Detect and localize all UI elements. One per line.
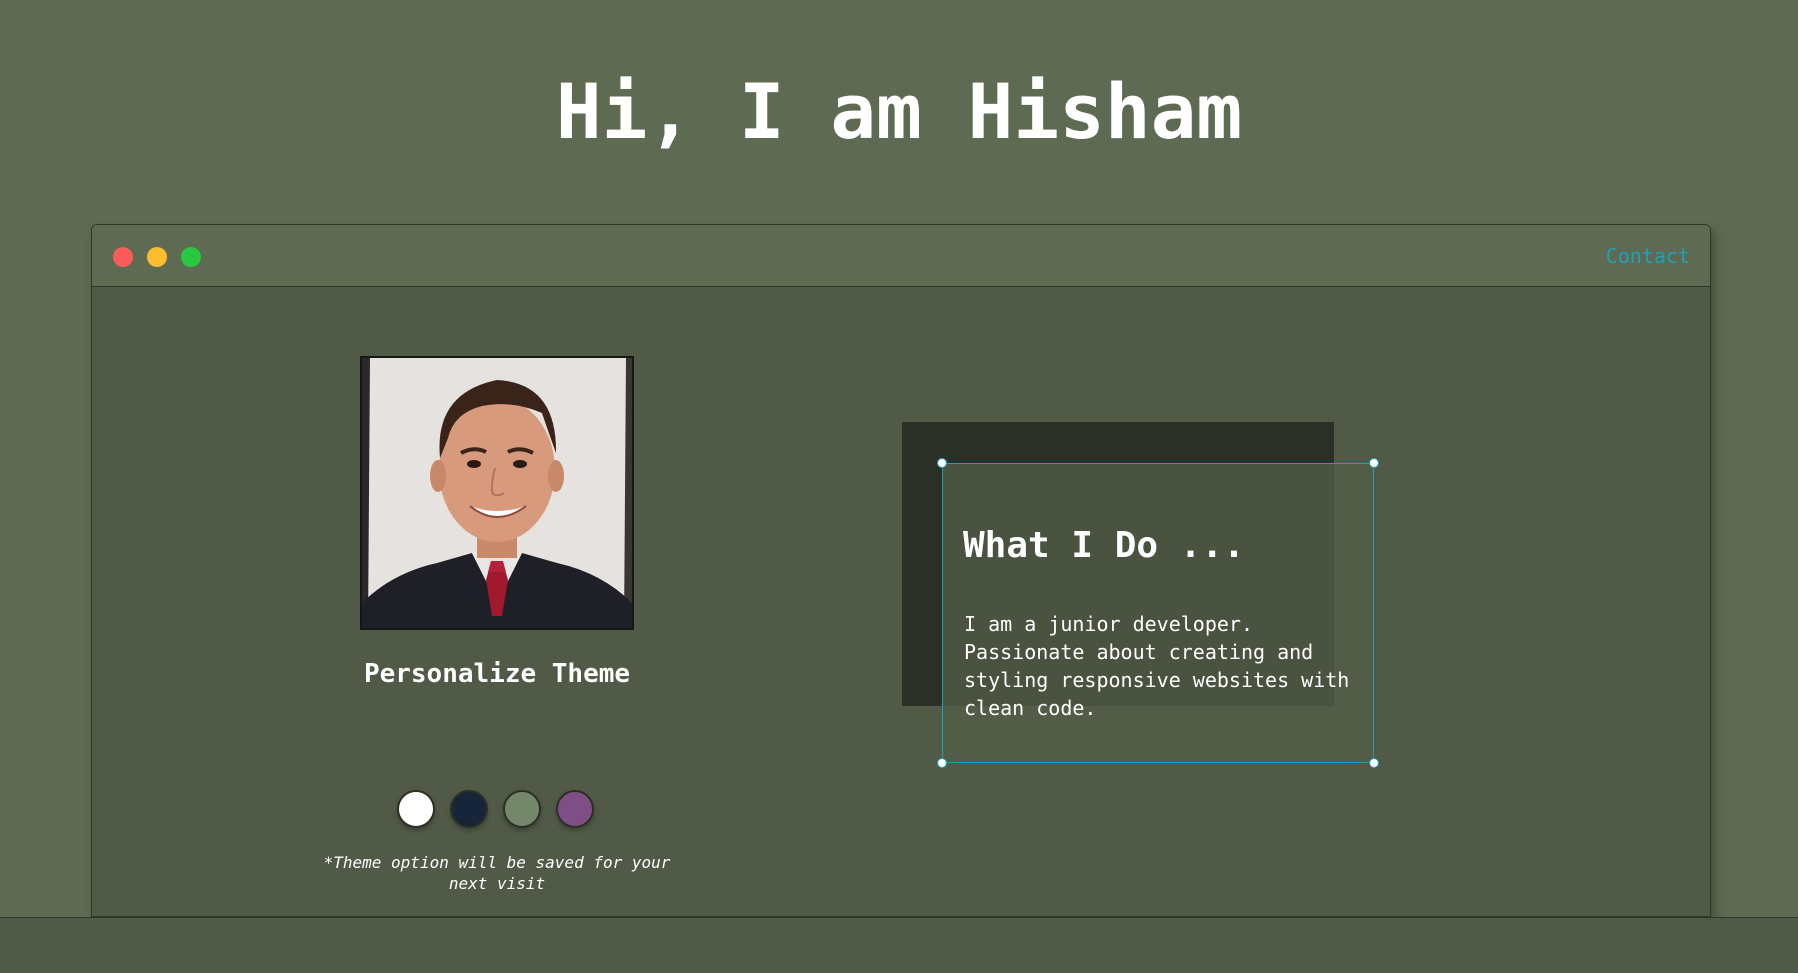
theme-swatch-purple[interactable] bbox=[556, 790, 594, 828]
resize-handle-top-left[interactable] bbox=[937, 458, 947, 468]
personalize-theme-heading: Personalize Theme bbox=[363, 659, 631, 689]
resize-handle-top-right[interactable] bbox=[1369, 458, 1379, 468]
next-section-edge bbox=[0, 917, 1798, 973]
browser-window: Contact Personalize Theme *Theme option … bbox=[91, 224, 1711, 917]
page-title: Hi, I am Hisham bbox=[555, 67, 1243, 156]
window-title-bar: Contact bbox=[92, 225, 1710, 287]
theme-swatches bbox=[397, 790, 597, 832]
theme-note: *Theme option will be saved for your nex… bbox=[323, 853, 671, 893]
contact-link[interactable]: Contact bbox=[1606, 243, 1690, 269]
profile-photo bbox=[360, 356, 634, 630]
what-i-do-heading: What I Do ... bbox=[963, 525, 1245, 566]
close-dot bbox=[113, 247, 133, 267]
theme-swatch-blue[interactable] bbox=[450, 790, 488, 828]
window-content: Personalize Theme *Theme option will be … bbox=[92, 287, 1710, 916]
resize-handle-bottom-left[interactable] bbox=[937, 758, 947, 768]
resize-handle-bottom-right[interactable] bbox=[1369, 758, 1379, 768]
theme-swatch-light[interactable] bbox=[397, 790, 435, 828]
theme-swatch-green[interactable] bbox=[503, 790, 541, 828]
what-i-do-card: What I Do ... I am a junior developer. P… bbox=[937, 458, 1379, 768]
maximize-dot bbox=[181, 247, 201, 267]
minimize-dot bbox=[147, 247, 167, 267]
what-i-do-text: I am a junior developer. Passionate abou… bbox=[964, 612, 1350, 720]
